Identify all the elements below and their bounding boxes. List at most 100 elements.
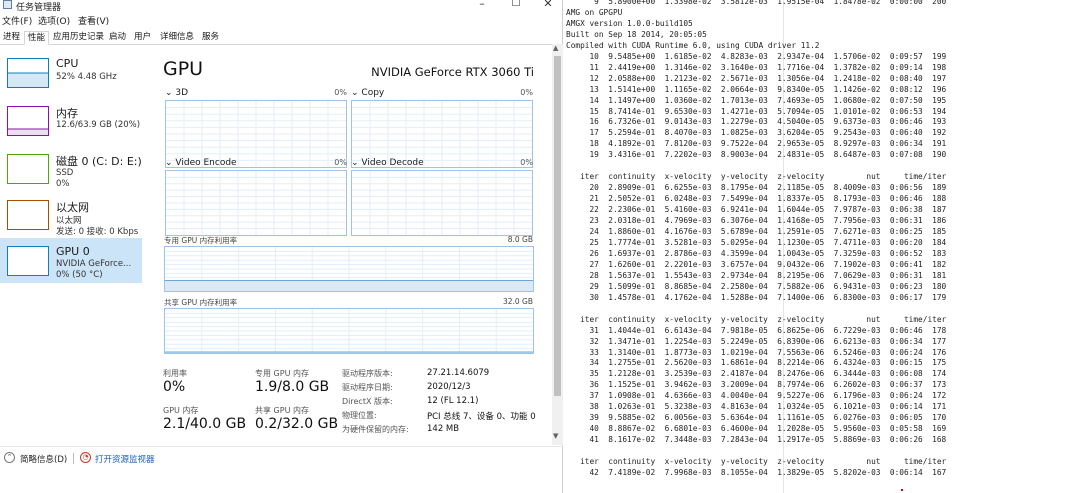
chevron-up-icon[interactable]: ⌃ — [4, 452, 15, 463]
sidebar-item-title: 磁盘 0 (C: D: E:) — [56, 155, 142, 168]
sidebar-item-detail: NVIDIA GeForce... — [56, 259, 132, 269]
maximize-button[interactable]: ☐ — [506, 0, 526, 10]
tab-startup[interactable]: 启动 — [106, 31, 129, 45]
log-line: 36 1.1525e-01 3.9462e-03 3.2009e-04 8.79… — [566, 380, 947, 390]
engine-percent: 0% — [520, 158, 533, 167]
log-line: 29 1.5099e-01 8.8685e-04 2.2580e-04 7.58… — [566, 281, 947, 291]
log-line: 39 9.5885e-02 6.0056e-03 5.6364e-04 1.11… — [566, 413, 947, 423]
menu-view[interactable]: 查看(V) — [78, 14, 109, 27]
log-line: 22 2.2306e-01 5.4160e-03 6.9241e-04 1.60… — [566, 205, 947, 215]
tab-processes[interactable]: 进程 — [0, 31, 23, 45]
log-line: 28 1.5637e-01 1.5543e-03 2.9734e-04 8.21… — [566, 270, 947, 280]
log-line: 25 1.7774e-01 3.5281e-03 5.0295e-04 1.12… — [566, 237, 947, 247]
shared-memory-max: 32.0 GB — [502, 297, 533, 306]
gpu-memory-stat-label: GPU 内存 — [163, 406, 199, 415]
engine-percent: 0% — [520, 88, 533, 97]
engine-label: 3D — [175, 88, 189, 98]
close-button[interactable]: ✕ — [538, 0, 558, 10]
engine-chart-video-decode — [351, 170, 533, 236]
sidebar-item-memory[interactable]: 内存 12.6/63.9 GB (20%) — [0, 98, 142, 146]
log-line: 20 2.8909e-01 6.6255e-03 8.1795e-04 2.11… — [566, 183, 947, 193]
log-line: 15 8.7414e-01 9.6530e-03 1.4271e-03 5.70… — [566, 106, 947, 116]
log-line: AMG on GPGPU — [566, 7, 623, 17]
engine-selector-video-encode[interactable]: ⌄ Video Encode — [165, 158, 237, 168]
sidebar-item-title: CPU — [56, 57, 79, 70]
fewer-details-link[interactable]: 简略信息(D) — [20, 453, 67, 465]
log-line: 30 1.4578e-01 4.1762e-04 1.5288e-04 7.14… — [566, 292, 947, 302]
log-line: 16 6.7326e-01 9.0143e-03 1.2279e-03 4.50… — [566, 117, 947, 127]
resource-monitor-icon[interactable]: ◔ — [80, 452, 91, 463]
dedicated-memory-stat-value: 1.9/8.0 GB — [255, 379, 330, 395]
engine-label: Copy — [361, 88, 385, 98]
engine-selector-copy[interactable]: ⌄ Copy — [351, 88, 384, 98]
scroll-up-icon[interactable]: ▲ — [553, 44, 558, 52]
task-manager-window: 任务管理器 – ☐ ✕ 文件(F) 选项(O) 查看(V) 进程 性能 应用历史… — [0, 0, 563, 493]
dedicated-memory-stat-label: 专用 GPU 内存 — [255, 369, 309, 378]
log-line: 33 1.3140e-01 1.8773e-03 1.0219e-04 7.55… — [566, 347, 947, 357]
engine-chart-video-encode — [165, 170, 347, 236]
log-line: 19 3.4316e-01 7.2202e-03 8.9003e-04 2.48… — [566, 150, 947, 160]
sidebar-item-title: 内存 — [56, 107, 78, 120]
solver-log: 9 5.8900e+00 1.3398e-02 3.5812e-03 1.951… — [566, 0, 946, 479]
sidebar-item-detail-2: 0% — [56, 179, 70, 189]
engine-percent: 0% — [334, 158, 347, 167]
log-line: Compiled with CUDA Runtime 6.0, using CU… — [566, 40, 820, 50]
sidebar-item-cpu[interactable]: CPU 52% 4.48 GHz — [0, 50, 142, 98]
log-line: 31 1.4044e-01 6.6143e-04 7.9818e-05 6.86… — [566, 325, 947, 335]
sidebar-item-gpu[interactable]: GPU 0 NVIDIA GeForce... 0% (50 °C) — [0, 238, 142, 283]
ethernet-thumbnail-graph — [7, 200, 49, 230]
sidebar-item-detail-2: 0% (50 °C) — [56, 270, 103, 280]
cpu-thumbnail-graph — [7, 58, 49, 88]
log-line: 32 1.3471e-01 1.2254e-03 5.2249e-05 6.83… — [566, 336, 947, 346]
engine-graph-video-encode: ⌄ Video Encode 0% — [165, 158, 347, 238]
sidebar-item-disk[interactable]: 磁盘 0 (C: D: E:) SSD 0% — [0, 146, 142, 194]
log-line: iter continuity x-velocity y-velocity z-… — [566, 457, 947, 467]
shared-memory-label: 共享 GPU 内存利用率 — [164, 298, 238, 307]
resource-sidebar: CPU 52% 4.48 GHz 内存 12.6/63.9 GB (20%) 磁… — [0, 50, 142, 445]
scroll-down-icon[interactable]: ▼ — [553, 432, 558, 440]
sidebar-item-detail-2: 发送: 0 接收: 0 Kbps — [56, 227, 139, 237]
gpu-model-name: NVIDIA GeForce RTX 3060 Ti — [371, 65, 534, 79]
shared-memory-stat-label: 共享 GPU 内存 — [255, 406, 309, 415]
footer-divider — [73, 453, 74, 464]
open-resource-monitor-link[interactable]: 打开资源监视器 — [95, 453, 155, 465]
log-line: 21 2.5052e-01 6.0248e-03 7.5499e-04 1.83… — [566, 194, 947, 204]
engine-label: Video Encode — [175, 158, 237, 168]
scroll-thumb[interactable] — [554, 56, 561, 396]
driver-version-label: 驱动程序版本: — [342, 369, 393, 378]
engine-label: Video Decode — [361, 158, 424, 168]
engine-selector-video-decode[interactable]: ⌄ Video Decode — [351, 158, 424, 168]
log-line: iter continuity x-velocity y-velocity z-… — [566, 314, 947, 324]
memory-thumbnail-graph — [7, 106, 49, 136]
log-line: 37 1.0908e-01 4.6366e-03 4.0040e-04 9.52… — [566, 391, 947, 401]
minimize-button[interactable]: – — [472, 0, 492, 10]
sidebar-item-ethernet[interactable]: 以太网 以太网 发送: 0 接收: 0 Kbps — [0, 192, 142, 240]
log-line: 34 1.2755e-01 2.5620e-03 1.6861e-04 8.22… — [566, 358, 947, 368]
tab-services[interactable]: 服务 — [199, 31, 222, 45]
menu-options[interactable]: 选项(O) — [38, 14, 70, 27]
title-bar: 任务管理器 – ☐ ✕ — [0, 0, 563, 13]
shared-memory-chart — [164, 308, 534, 354]
gpu-thumbnail-graph — [7, 246, 49, 276]
sidebar-item-title: 以太网 — [56, 201, 89, 214]
log-line: Built on Sep 18 2014, 20:05:05 — [566, 29, 707, 39]
tab-bar: 进程 性能 应用历史记录 启动 用户 详细信息 服务 — [0, 31, 563, 45]
window-title: 任务管理器 — [16, 3, 62, 13]
directx-version-label: DirectX 版本: — [342, 397, 393, 406]
reserved-memory-value: 142 MB — [427, 424, 460, 434]
tab-details[interactable]: 详细信息 — [157, 31, 197, 45]
log-line: 14 1.1497e+00 1.0360e-02 1.7013e-03 7.46… — [566, 95, 947, 105]
tab-performance[interactable]: 性能 — [24, 31, 50, 45]
vertical-scrollbar[interactable]: ▲ ▼ — [552, 44, 563, 445]
menu-file[interactable]: 文件(F) — [2, 14, 32, 27]
tab-users[interactable]: 用户 — [131, 31, 154, 45]
physical-location-label: 物理位置: — [342, 411, 377, 420]
sidebar-item-detail: SSD — [56, 168, 74, 178]
log-line: 11 2.4419e+00 1.3146e-02 3.1640e-03 1.77… — [566, 62, 947, 72]
engine-selector-3d[interactable]: ⌄ 3D — [165, 88, 188, 98]
tab-app-history[interactable]: 应用历史记录 — [50, 31, 107, 45]
utilization-label: 利用率 — [163, 369, 187, 378]
